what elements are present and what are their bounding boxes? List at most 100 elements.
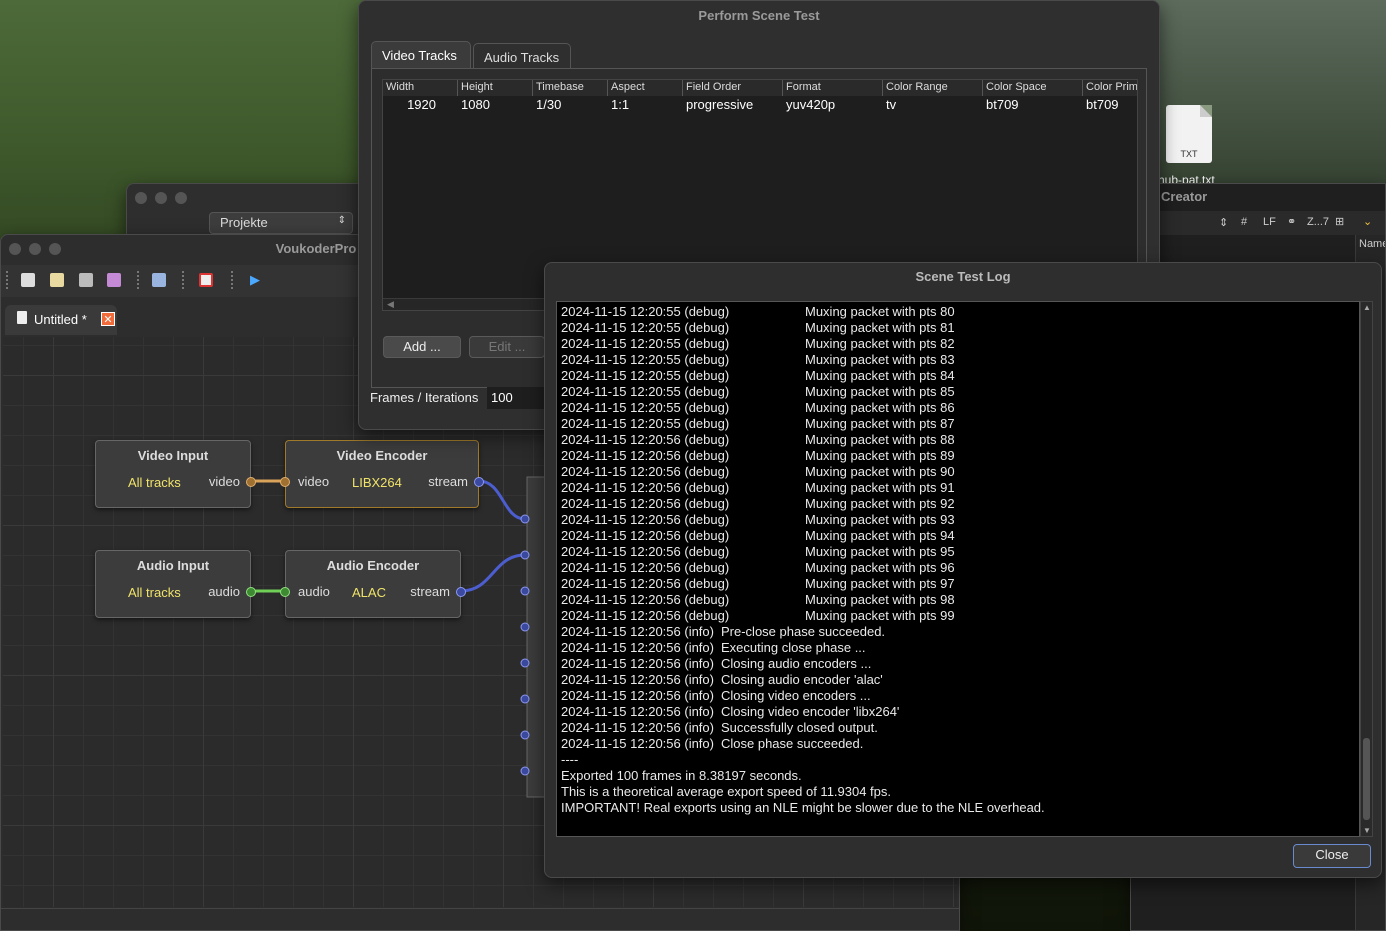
audio-input-node[interactable]: Audio Input All tracks audio — [95, 550, 256, 618]
log-message: Muxing packet with pts 96 — [805, 560, 955, 575]
log-message: Muxing packet with pts 84 — [805, 368, 955, 383]
edit-button[interactable]: Edit ... — [469, 336, 545, 358]
scrollbar-thumb[interactable] — [1363, 738, 1370, 820]
node-input-label: video — [298, 474, 330, 489]
scroll-up-icon[interactable]: ▲ — [1363, 303, 1371, 312]
toolbar-separator — [137, 271, 141, 289]
output-port[interactable] — [520, 622, 530, 632]
video-in-port[interactable] — [280, 477, 290, 487]
txt-file-icon[interactable]: TXT — [1166, 105, 1212, 163]
toolbar-hash[interactable]: # — [1241, 216, 1247, 228]
name-column-header: Name — [1359, 238, 1386, 250]
updown-icon[interactable]: ⇕ — [1219, 216, 1228, 229]
log-message: Successfully closed output. — [721, 720, 878, 735]
log-timestamp: 2024-11-15 12:20:56 (debug) — [561, 592, 730, 607]
log-line: 2024-11-15 12:20:55 (debug) Muxing packet… — [561, 368, 955, 384]
node-title: Video Input — [137, 448, 209, 463]
test-icon[interactable] — [199, 273, 213, 287]
log-timestamp: 2024-11-15 12:20:56 (debug) — [561, 528, 730, 543]
log-timestamp: 2024-11-15 12:20:55 (debug) — [561, 416, 730, 431]
toolbar-lf[interactable]: LF — [1263, 216, 1276, 228]
node-title: Audio Encoder — [326, 558, 420, 573]
output-port[interactable] — [520, 586, 530, 596]
log-timestamp: 2024-11-15 12:20:56 (info) — [561, 688, 714, 703]
play-icon[interactable]: ▶ — [250, 272, 260, 288]
output-port[interactable] — [520, 550, 530, 560]
output-port[interactable] — [520, 514, 530, 524]
output-port[interactable] — [520, 694, 530, 704]
column-header[interactable]: Color Prim — [1083, 80, 1137, 96]
log-line: 2024-11-15 12:20:55 (debug) Muxing packet… — [561, 304, 955, 320]
import-icon[interactable] — [152, 273, 166, 287]
save-as-icon[interactable] — [107, 273, 121, 287]
new-file-icon[interactable] — [21, 273, 35, 287]
audio-out-port[interactable] — [246, 587, 256, 597]
column-header[interactable]: Aspect — [608, 80, 683, 96]
node-output-label: video — [208, 474, 240, 489]
frames-input[interactable]: 100 — [487, 387, 547, 409]
open-file-icon[interactable] — [50, 273, 64, 287]
creator-toolbar: ⇕ # LF ⚭ Z...7 ⊞ ⌄ — [1131, 211, 1385, 235]
scroll-left-icon[interactable]: ◀ — [387, 299, 394, 309]
stream-out-port[interactable] — [456, 587, 466, 597]
log-summary-line: ---- — [561, 752, 579, 767]
tab-video-tracks[interactable]: Video Tracks — [371, 41, 471, 69]
column-header[interactable]: Height — [458, 80, 533, 96]
document-icon — [17, 311, 27, 324]
video-input-node[interactable]: Video Input All tracks video — [95, 440, 256, 508]
log-line: 2024-11-15 12:20:56 (debug) Muxing packet… — [561, 576, 955, 592]
column-header[interactable]: Timebase — [533, 80, 608, 96]
video-out-port[interactable] — [246, 477, 256, 487]
close-icon[interactable]: ✕ — [101, 312, 115, 326]
log-timestamp: 2024-11-15 12:20:55 (debug) — [561, 352, 730, 367]
creator-title: Creator — [1161, 189, 1208, 204]
audio-in-port[interactable] — [280, 587, 290, 597]
log-message: Pre-close phase succeeded. — [721, 624, 886, 639]
log-line: 2024-11-15 12:20:56 (debug) Muxing packet… — [561, 560, 955, 576]
stream-out-port[interactable] — [474, 477, 484, 487]
log-message: Muxing packet with pts 90 — [805, 464, 955, 479]
tab-untitled[interactable]: Untitled * ✕ — [5, 305, 117, 335]
node-tracks: All tracks — [128, 475, 181, 490]
audio-encoder-node[interactable]: Audio Encoder audio ALAC stream — [280, 550, 466, 618]
output-port[interactable] — [520, 730, 530, 740]
scroll-down-icon[interactable]: ▼ — [1363, 826, 1371, 835]
log-line: 2024-11-15 12:20:55 (debug) Muxing packet… — [561, 400, 955, 416]
add-button[interactable]: Add ... — [383, 336, 461, 358]
log-line: 2024-11-15 12:20:55 (debug) Muxing packet… — [561, 352, 955, 368]
node-codec: ALAC — [352, 585, 386, 600]
projekte-select[interactable]: Projekte ⇕ — [209, 212, 353, 234]
log-line: 2024-11-15 12:20:56 (debug) Muxing packet… — [561, 432, 955, 448]
minimize-dot[interactable] — [155, 192, 167, 204]
log-message: Muxing packet with pts 86 — [805, 400, 955, 415]
toolbar-zoom[interactable]: Z...7 — [1307, 216, 1329, 228]
log-line: 2024-11-15 12:20:56 (info) Executing clos… — [561, 640, 866, 656]
output-port[interactable] — [520, 766, 530, 776]
split-icon[interactable]: ⊞ — [1335, 215, 1344, 228]
log-line: 2024-11-15 12:20:56 (debug) Muxing packet… — [561, 608, 955, 624]
column-header[interactable]: Width — [383, 80, 458, 96]
video-encoder-node[interactable]: Video Encoder video LIBX264 stream — [280, 440, 484, 508]
output-port[interactable] — [520, 658, 530, 668]
table-cell: 1920 — [407, 97, 436, 112]
column-header[interactable]: Color Space — [983, 80, 1083, 96]
zoom-dot[interactable] — [175, 192, 187, 204]
projekte-select-value: Projekte — [220, 215, 268, 230]
link-icon[interactable]: ⚭ — [1287, 215, 1296, 228]
log-text-area[interactable]: 2024-11-15 12:20:55 (debug) Muxing packet… — [556, 301, 1360, 837]
log-timestamp: 2024-11-15 12:20:56 (debug) — [561, 608, 730, 623]
save-icon[interactable] — [79, 273, 93, 287]
column-header[interactable]: Color Range — [883, 80, 983, 96]
column-header[interactable]: Field Order — [683, 80, 783, 96]
log-title: Scene Test Log — [915, 269, 1011, 284]
vertical-scrollbar[interactable]: ▲ ▼ — [1360, 301, 1373, 837]
chevron-down-icon[interactable]: ⌄ — [1363, 215, 1372, 228]
tab-audio-tracks[interactable]: Audio Tracks — [473, 43, 571, 71]
close-button[interactable]: Close — [1293, 844, 1371, 868]
column-header[interactable]: Format — [783, 80, 883, 96]
close-dot[interactable] — [135, 192, 147, 204]
file-name-label[interactable]: hub-pat.txt — [1158, 173, 1238, 183]
table-cell: bt709 — [986, 97, 1019, 112]
node-codec: LIBX264 — [352, 475, 402, 490]
log-message: Closing video encoder 'libx264' — [721, 704, 900, 719]
